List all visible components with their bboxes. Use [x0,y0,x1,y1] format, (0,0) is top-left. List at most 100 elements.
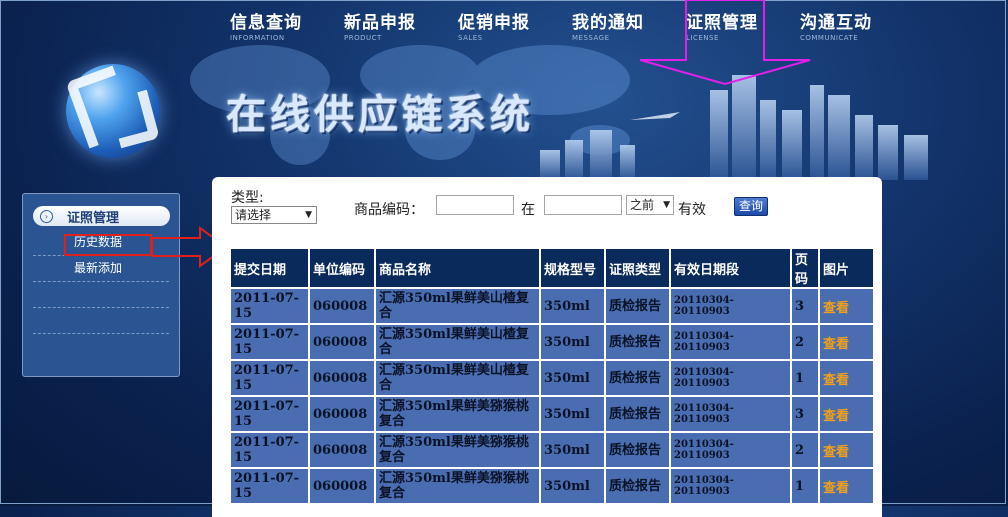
cell-unit-code: 060008 [310,325,374,359]
sidebar-item-empty [33,282,169,308]
table-row: 2011-07-15 060008 汇源350ml果鲜美猕猴桃复合 350ml … [231,469,873,503]
cell-spec: 350ml [541,433,604,467]
cell-license-type: 质检报告 [606,433,669,467]
cell-license-type: 质检报告 [606,361,669,395]
view-link[interactable]: 查看 [823,409,849,424]
code-label: 商品编码： [354,202,424,218]
cell-unit-code: 060008 [310,433,374,467]
annotation-highlight-box [64,234,152,256]
cell-date: 2011-07-15 [231,469,308,503]
nav-info-label: 信息查询 [230,13,302,33]
cell-valid-period: 20110304-20110903 [671,289,790,323]
cell-spec: 350ml [541,361,604,395]
cell-license-type: 质检报告 [606,397,669,431]
column-header[interactable]: 规格型号 [541,249,604,287]
view-link[interactable]: 查看 [823,481,849,496]
cell-image: 查看 [820,433,873,467]
cell-product-name: 汇源350ml果鲜美山楂复合 [376,325,539,359]
chevron-right-icon: › [40,209,53,223]
filter-bar: 类型: 请选择 ▼ 商品编码： 在 之前 ▼ 有效 查询 [231,187,871,227]
column-header[interactable]: 图片 [820,249,873,287]
cell-image: 查看 [820,361,873,395]
cell-product-name: 汇源350ml果鲜美山楂复合 [376,289,539,323]
in-label: 在 [521,202,535,218]
cell-image: 查看 [820,325,873,359]
cell-license-type: 质检报告 [606,289,669,323]
cell-license-type: 质检报告 [606,469,669,503]
cell-date: 2011-07-15 [231,433,308,467]
date-input[interactable] [544,195,622,215]
nav-product[interactable]: 新品申报 PRODUCT [344,8,458,42]
cell-unit-code: 060008 [310,361,374,395]
cell-spec: 350ml [541,397,604,431]
view-link[interactable]: 查看 [823,337,849,352]
cell-product-name: 汇源350ml果鲜美山楂复合 [376,361,539,395]
nav-sales-label: 促销申报 [458,13,530,33]
nav-product-sub: PRODUCT [344,34,382,42]
table-header-row: 提交日期 单位编码 商品名称 规格型号 证照类型 有效日期段 页码 图片 [231,249,873,287]
when-select-value: 之前 [630,198,655,212]
cell-page: 2 [792,433,818,467]
cell-image: 查看 [820,397,873,431]
sidebar: › 证照管理 历史数据 最新添加 [22,193,180,377]
column-header[interactable]: 有效日期段 [671,249,790,287]
license-table: 提交日期 单位编码 商品名称 规格型号 证照类型 有效日期段 页码 图片 201… [229,247,875,505]
cell-image: 查看 [820,469,873,503]
cell-spec: 350ml [541,469,604,503]
sidebar-item-latest[interactable]: 最新添加 [33,256,169,282]
cell-valid-period: 20110304-20110903 [671,469,790,503]
table-row: 2011-07-15 060008 汇源350ml果鲜美猕猴桃复合 350ml … [231,397,873,431]
table-row: 2011-07-15 060008 汇源350ml果鲜美山楂复合 350ml 质… [231,361,873,395]
table-row: 2011-07-15 060008 汇源350ml果鲜美山楂复合 350ml 质… [231,325,873,359]
cell-product-name: 汇源350ml果鲜美猕猴桃复合 [376,469,539,503]
view-link[interactable]: 查看 [823,301,849,316]
view-link[interactable]: 查看 [823,373,849,388]
dropdown-arrow-icon: ▼ [305,210,312,220]
when-select[interactable]: 之前 ▼ [626,195,674,215]
dropdown-arrow-icon: ▼ [663,200,670,210]
cell-unit-code: 060008 [310,289,374,323]
cell-valid-period: 20110304-20110903 [671,397,790,431]
site-title: 在线供应链系统 [226,92,534,138]
annotation-arrow-magenta [639,0,811,86]
cell-valid-period: 20110304-20110903 [671,325,790,359]
type-label: 类型: [231,190,264,206]
nav-info[interactable]: 信息查询 INFORMATION [230,8,344,42]
cell-product-name: 汇源350ml果鲜美猕猴桃复合 [376,433,539,467]
column-header[interactable]: 单位编码 [310,249,374,287]
cell-spec: 350ml [541,325,604,359]
cell-unit-code: 060008 [310,469,374,503]
sidebar-title: 证照管理 [67,210,120,226]
cell-spec: 350ml [541,289,604,323]
main-content: 类型: 请选择 ▼ 商品编码： 在 之前 ▼ 有效 查询 提交日期 单位编码 商品名… [212,177,882,517]
type-select-value: 请选择 [235,208,272,222]
code-input[interactable] [436,195,514,215]
sidebar-item-empty [33,308,169,334]
cell-date: 2011-07-15 [231,325,308,359]
table-row: 2011-07-15 060008 汇源350ml果鲜美猕猴桃复合 350ml … [231,433,873,467]
column-header[interactable]: 页码 [792,249,818,287]
cell-date: 2011-07-15 [231,397,308,431]
nav-product-label: 新品申报 [344,13,416,33]
cell-page: 1 [792,469,818,503]
cell-valid-period: 20110304-20110903 [671,433,790,467]
sidebar-header[interactable]: › 证照管理 [33,206,170,226]
cell-valid-period: 20110304-20110903 [671,361,790,395]
cell-page: 3 [792,397,818,431]
nav-sales[interactable]: 促销申报 SALES [458,8,572,42]
cell-date: 2011-07-15 [231,361,308,395]
cell-product-name: 汇源350ml果鲜美猕猴桃复合 [376,397,539,431]
column-header[interactable]: 证照类型 [606,249,669,287]
column-header[interactable]: 商品名称 [376,249,539,287]
cell-page: 1 [792,361,818,395]
cell-unit-code: 060008 [310,397,374,431]
column-header[interactable]: 提交日期 [231,249,308,287]
cell-page: 3 [792,289,818,323]
cell-image: 查看 [820,289,873,323]
cell-page: 2 [792,325,818,359]
type-select[interactable]: 请选择 ▼ [231,206,317,224]
query-button[interactable]: 查询 [734,197,768,216]
cell-license-type: 质检报告 [606,325,669,359]
valid-label: 有效 [678,202,706,218]
view-link[interactable]: 查看 [823,445,849,460]
